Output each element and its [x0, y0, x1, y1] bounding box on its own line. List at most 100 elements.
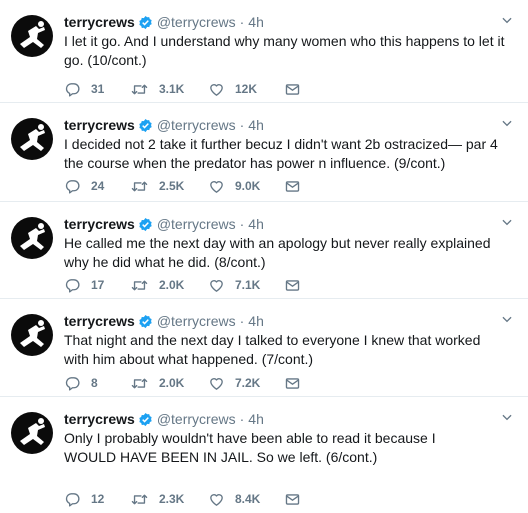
direct-message-button[interactable]: [284, 178, 301, 195]
display-name[interactable]: terrycrews: [64, 216, 135, 232]
separator-dot: ·: [239, 216, 245, 232]
heart-icon: [210, 377, 223, 390]
retweet-button[interactable]: 2.5K: [130, 178, 208, 195]
handle[interactable]: @terrycrews: [157, 216, 236, 232]
avatar-silhouette-icon: [20, 320, 45, 347]
timestamp[interactable]: 4h: [248, 313, 264, 329]
reply-icon: [65, 278, 80, 293]
timestamp[interactable]: 4h: [248, 411, 264, 427]
envelope-icon: [285, 279, 300, 291]
direct-message-button[interactable]: [284, 375, 301, 392]
tweet-actions: 8 2.0K 7.2K: [64, 373, 301, 393]
tweet[interactable]: terrycrews @terrycrews · 4h I let it go.…: [0, 0, 528, 103]
reply-icon: [65, 82, 80, 97]
chevron-down-icon[interactable]: [500, 13, 514, 27]
retweet-icon: [131, 280, 148, 290]
tweet-actions: 31 3.1K 12K: [64, 79, 301, 99]
tweet-actions: 17 2.0K 7.1K: [64, 275, 301, 295]
verified-badge-icon: [138, 217, 153, 232]
chevron-down-icon[interactable]: [500, 312, 514, 326]
reply-button[interactable]: 31: [64, 81, 130, 98]
handle[interactable]: @terrycrews: [157, 313, 236, 329]
tweet-text: I decided not 2 take it further becuz I …: [64, 136, 498, 171]
reply-button[interactable]: 8: [64, 375, 130, 392]
retweet-count: 2.5K: [159, 179, 185, 193]
tweet[interactable]: terrycrews @terrycrews · 4h Only I proba…: [0, 397, 528, 513]
avatar-silhouette-icon: [20, 223, 45, 250]
avatar-silhouette-icon: [20, 124, 45, 151]
direct-message-button[interactable]: [284, 277, 301, 294]
tweet[interactable]: terrycrews @terrycrews · 4h That night a…: [0, 299, 528, 397]
avatar[interactable]: [11, 15, 53, 57]
display-name[interactable]: terrycrews: [64, 117, 135, 133]
separator-dot: ·: [239, 411, 245, 427]
verified-badge-icon: [138, 412, 153, 427]
heart-icon: [210, 493, 223, 506]
envelope-icon: [285, 493, 300, 505]
separator-dot: ·: [239, 14, 245, 30]
avatar[interactable]: [11, 412, 53, 454]
like-button[interactable]: 7.1K: [208, 277, 284, 294]
envelope-icon: [285, 83, 300, 95]
like-count: 8.4K: [235, 492, 261, 506]
tweet-header: terrycrews @terrycrews · 4h: [64, 409, 504, 429]
reply-count: 31: [91, 82, 105, 96]
retweet-count: 2.0K: [159, 278, 185, 292]
tweet[interactable]: terrycrews @terrycrews · 4h I decided no…: [0, 103, 528, 202]
like-button[interactable]: 8.4K: [208, 491, 284, 508]
chevron-down-icon[interactable]: [500, 215, 514, 229]
like-button[interactable]: 7.2K: [208, 375, 284, 392]
like-count: 7.2K: [235, 376, 261, 390]
timestamp[interactable]: 4h: [248, 216, 264, 232]
heart-icon: [210, 180, 223, 193]
handle[interactable]: @terrycrews: [157, 117, 236, 133]
like-count: 12K: [235, 82, 258, 96]
timestamp[interactable]: 4h: [248, 14, 264, 30]
heart-icon: [210, 279, 223, 292]
reply-button[interactable]: 17: [64, 277, 130, 294]
reply-icon: [65, 492, 80, 507]
reply-button[interactable]: 24: [64, 178, 130, 195]
reply-count: 8: [91, 376, 98, 390]
tweet-text: Only I probably wouldn't have been able …: [64, 430, 436, 465]
retweet-icon: [131, 181, 148, 191]
like-button[interactable]: 9.0K: [208, 178, 284, 195]
retweet-count: 3.1K: [159, 82, 185, 96]
verified-badge-icon: [138, 314, 153, 329]
reply-button[interactable]: 12: [64, 491, 130, 508]
retweet-button[interactable]: 2.0K: [130, 375, 208, 392]
direct-message-button[interactable]: [284, 491, 301, 508]
separator-dot: ·: [239, 117, 245, 133]
retweet-button[interactable]: 2.0K: [130, 277, 208, 294]
tweet-actions: 12 2.3K 8.4K: [64, 489, 301, 509]
tweet-text: That night and the next day I talked to …: [64, 332, 481, 367]
avatar[interactable]: [11, 314, 53, 356]
timestamp[interactable]: 4h: [248, 117, 264, 133]
retweet-button[interactable]: 3.1K: [130, 81, 208, 98]
envelope-icon: [285, 180, 300, 192]
avatar[interactable]: [11, 118, 53, 160]
tweet-text: He called me the next day with an apolog…: [64, 235, 491, 270]
tweet-feed: terrycrews @terrycrews · 4h I let it go.…: [0, 0, 528, 513]
handle[interactable]: @terrycrews: [157, 14, 236, 30]
tweet-header: terrycrews @terrycrews · 4h: [64, 12, 504, 32]
reply-count: 24: [91, 179, 105, 193]
retweet-icon: [131, 494, 148, 504]
like-button[interactable]: 12K: [208, 81, 284, 98]
verified-badge-icon: [138, 118, 153, 133]
display-name[interactable]: terrycrews: [64, 313, 135, 329]
display-name[interactable]: terrycrews: [64, 14, 135, 30]
avatar-silhouette-icon: [20, 21, 45, 48]
heart-icon: [210, 83, 223, 96]
display-name[interactable]: terrycrews: [64, 411, 135, 427]
tweet[interactable]: terrycrews @terrycrews · 4h He called me…: [0, 202, 528, 299]
retweet-button[interactable]: 2.3K: [130, 491, 208, 508]
direct-message-button[interactable]: [284, 81, 301, 98]
tweet-actions: 24 2.5K 9.0K: [64, 176, 301, 196]
handle[interactable]: @terrycrews: [157, 411, 236, 427]
retweet-icon: [131, 84, 148, 94]
chevron-down-icon[interactable]: [500, 116, 514, 130]
chevron-down-icon[interactable]: [500, 410, 514, 424]
reply-icon: [65, 179, 80, 194]
avatar[interactable]: [11, 217, 53, 259]
